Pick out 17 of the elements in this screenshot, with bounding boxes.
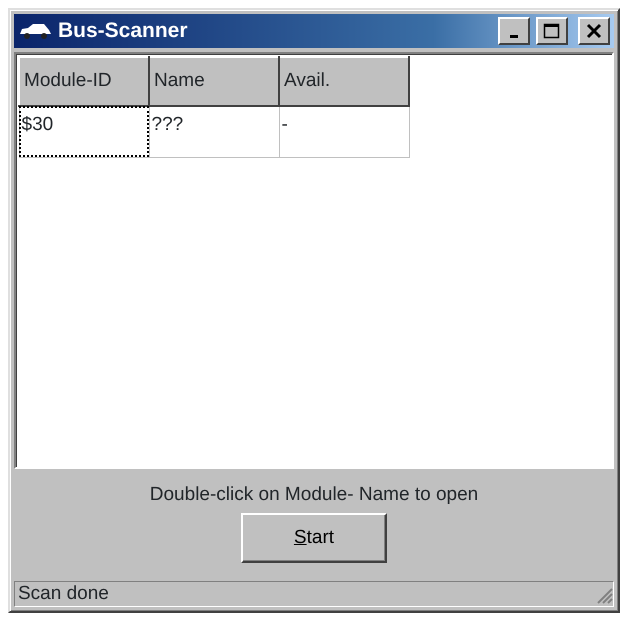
column-header[interactable]: Avail. bbox=[279, 57, 409, 106]
hint-text: Double-click on Module- Name to open bbox=[148, 482, 480, 506]
window-title: Bus-Scanner bbox=[58, 18, 188, 44]
start-button[interactable]: Start bbox=[241, 513, 387, 563]
table-cell[interactable]: ??? bbox=[149, 106, 279, 157]
column-header[interactable]: Name bbox=[149, 57, 279, 106]
car-icon bbox=[18, 22, 52, 40]
close-button[interactable] bbox=[578, 17, 610, 45]
maximize-icon bbox=[543, 23, 561, 39]
minimize-icon bbox=[510, 34, 518, 38]
minimize-button[interactable] bbox=[498, 17, 530, 45]
maximize-button[interactable] bbox=[536, 17, 568, 45]
table-cell[interactable]: $30 bbox=[19, 106, 149, 157]
status-text: Scan done bbox=[18, 582, 109, 606]
column-header[interactable]: Module-ID bbox=[19, 57, 149, 106]
close-icon bbox=[586, 23, 602, 39]
table-cell[interactable]: - bbox=[279, 106, 409, 157]
